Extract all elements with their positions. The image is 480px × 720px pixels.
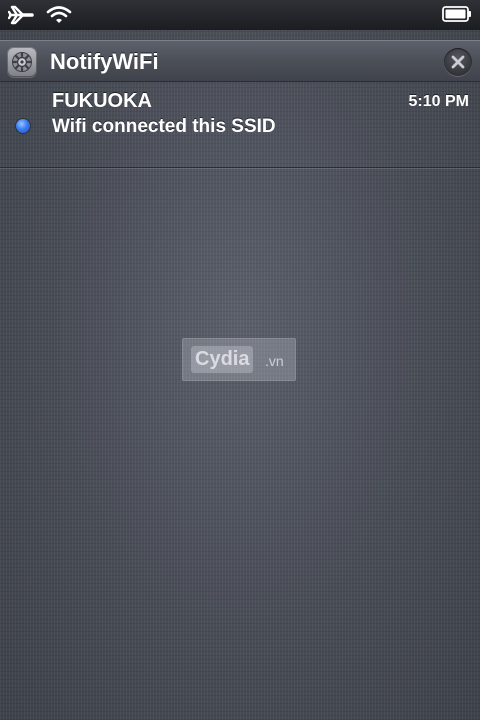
status-bar	[0, 0, 480, 30]
notification-message: Wifi connected this SSID	[52, 116, 276, 137]
unread-indicator	[16, 119, 30, 133]
notification-title: FUKUOKA	[52, 90, 152, 112]
wifi-icon	[46, 6, 72, 23]
watermark-logo: Cydia .vn	[182, 338, 296, 381]
notification-section-header: NotifyWiFi	[0, 40, 480, 82]
status-bar-right	[442, 6, 472, 27]
clear-notifications-button[interactable]	[444, 48, 472, 76]
watermark-text: Cydia	[195, 348, 250, 370]
watermark-badge: Cydia	[191, 346, 254, 373]
notification-time: 5:10 PM	[408, 93, 469, 110]
app-name: NotifyWiFi	[50, 49, 159, 74]
notification-item[interactable]: FUKUOKA 5:10 PM Wifi connected this SSID	[0, 82, 480, 168]
battery-icon	[442, 6, 471, 22]
close-icon	[451, 55, 465, 69]
watermark-suffix: .vn	[265, 353, 284, 369]
airplane-icon	[8, 5, 34, 25]
settings-gear-icon[interactable]	[7, 47, 37, 77]
status-bar-left	[8, 4, 72, 26]
